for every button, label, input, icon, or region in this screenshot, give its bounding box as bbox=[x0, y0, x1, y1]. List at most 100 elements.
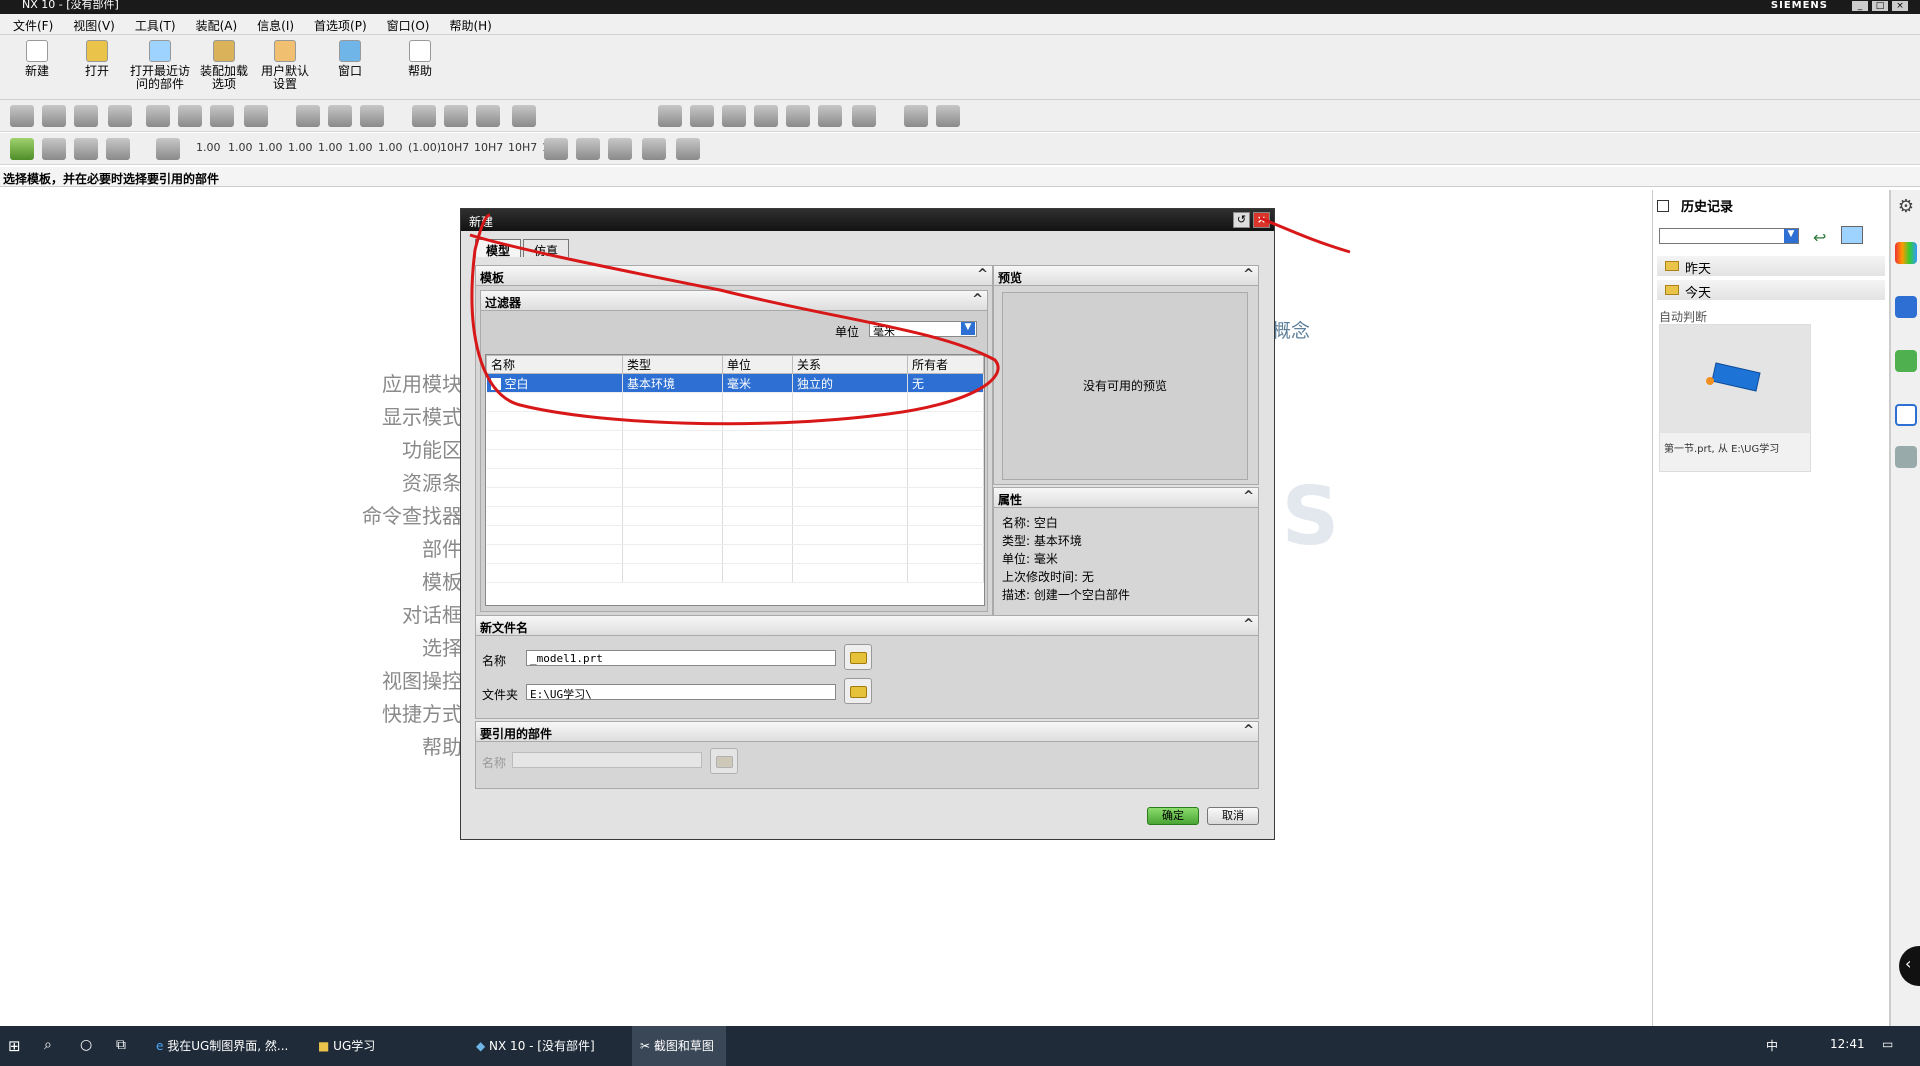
folder-input[interactable]: E:\UG学习\ bbox=[526, 684, 836, 701]
cancel-button[interactable]: 取消 bbox=[1207, 807, 1259, 825]
table-cell[interactable]: 基本环境 bbox=[622, 373, 723, 393]
collapse-panel-icon[interactable]: ‹ bbox=[1899, 946, 1920, 986]
menu-assembly[interactable]: 装配(A) bbox=[189, 14, 245, 34]
history-group-yesterday[interactable]: 昨天 bbox=[1657, 256, 1885, 277]
chevron-down-icon[interactable]: ▼ bbox=[1784, 229, 1798, 243]
toolbar-icon[interactable] bbox=[658, 105, 682, 127]
dimension-format-2[interactable]: 1.00 bbox=[228, 141, 253, 154]
refresh-icon[interactable]: ↩ bbox=[1813, 228, 1831, 247]
collapse-icon[interactable]: ^ bbox=[1243, 723, 1254, 738]
close-icon[interactable]: × bbox=[1892, 1, 1908, 11]
dimension-format-8[interactable]: (1.00) bbox=[408, 141, 441, 154]
toolbar-icon[interactable] bbox=[786, 105, 810, 127]
dimension-format-7[interactable]: 1.00 bbox=[378, 141, 403, 154]
properties-header[interactable]: 属性 ^ bbox=[994, 488, 1258, 508]
menu-help[interactable]: 帮助(H) bbox=[442, 14, 498, 34]
dimension-format-3[interactable]: 1.00 bbox=[258, 141, 283, 154]
toolbar-icon[interactable] bbox=[210, 105, 234, 127]
taskbar-item-snipping[interactable]: ✂ 截图和草图 bbox=[632, 1026, 726, 1066]
toolbar-icon[interactable] bbox=[754, 105, 778, 127]
undo-icon[interactable] bbox=[676, 138, 700, 160]
tab-model[interactable]: 模型 bbox=[475, 239, 522, 258]
menu-preferences[interactable]: 首选项(P) bbox=[307, 14, 374, 34]
tab-simulation[interactable]: 仿真 bbox=[523, 239, 570, 258]
search-icon[interactable]: ⌕ bbox=[44, 1037, 52, 1053]
filename-input[interactable]: _model1.prt bbox=[526, 650, 836, 666]
dimension-format-4[interactable]: 1.00 bbox=[288, 141, 313, 154]
ime-indicator[interactable]: 中 bbox=[1766, 1037, 1778, 1054]
table-cell[interactable]: 毫米 bbox=[722, 373, 793, 393]
reset-icon[interactable]: ↺ bbox=[1233, 212, 1250, 228]
toolbar-icon[interactable] bbox=[42, 105, 66, 127]
toolbar-icon[interactable] bbox=[576, 138, 600, 160]
toolbar-icon[interactable] bbox=[296, 105, 320, 127]
collapse-icon[interactable]: ^ bbox=[1243, 617, 1254, 632]
toolbar-icon[interactable] bbox=[156, 138, 180, 160]
taskbar-item-browser[interactable]: e 我在UG制图界面, 然... bbox=[156, 1037, 288, 1054]
task-view-icon[interactable]: ⧉ bbox=[116, 1037, 126, 1053]
column-header-owner[interactable]: 所有者 bbox=[907, 355, 984, 374]
column-header-type[interactable]: 类型 bbox=[622, 355, 723, 374]
toolbar-icon[interactable] bbox=[444, 105, 468, 127]
browse-folder-button[interactable] bbox=[844, 678, 872, 704]
toolbar-icon[interactable] bbox=[244, 105, 268, 127]
open-button[interactable]: 打开 bbox=[80, 40, 114, 78]
toolbar-icon[interactable] bbox=[412, 105, 436, 127]
cortana-icon[interactable]: ○ bbox=[80, 1037, 92, 1053]
toolbar-icon[interactable] bbox=[904, 105, 928, 127]
window-button[interactable]: 窗口 bbox=[330, 40, 370, 78]
notification-icon[interactable]: ▭ bbox=[1882, 1037, 1893, 1051]
column-header-unit[interactable]: 单位 bbox=[722, 355, 793, 374]
table-row[interactable]: 空白 基本环境 毫米 独立的 无 bbox=[486, 373, 984, 393]
table-cell[interactable]: 空白 bbox=[486, 373, 623, 393]
new-filename-header[interactable]: 新文件名 ^ bbox=[476, 616, 1258, 636]
column-header-relation[interactable]: 关系 bbox=[792, 355, 908, 374]
tolerance-format-1[interactable]: 10H7 bbox=[440, 141, 469, 154]
table-cell[interactable]: 独立的 bbox=[792, 373, 908, 393]
minimize-icon[interactable]: _ bbox=[1852, 1, 1868, 11]
dimension-format-1[interactable]: 1.00 bbox=[196, 141, 221, 154]
column-header-name[interactable]: 名称 bbox=[486, 355, 623, 374]
toolbar-icon[interactable] bbox=[818, 105, 842, 127]
reuse-library-icon[interactable] bbox=[1895, 350, 1917, 372]
ok-button[interactable]: 确定 bbox=[1147, 807, 1199, 825]
close-icon[interactable]: × bbox=[1253, 212, 1270, 228]
toolbar-icon[interactable] bbox=[642, 138, 666, 160]
view-mode-icon[interactable] bbox=[1841, 226, 1863, 244]
open-recent-button[interactable]: 打开最近访问的部件 bbox=[128, 40, 192, 91]
help-button[interactable]: 帮助 bbox=[400, 40, 440, 78]
toolbar-icon[interactable] bbox=[42, 138, 66, 160]
toolbar-icon[interactable] bbox=[936, 105, 960, 127]
unit-select[interactable]: 毫米 ▼ bbox=[869, 321, 977, 338]
collapse-icon[interactable]: ^ bbox=[1243, 267, 1254, 282]
menu-window[interactable]: 窗口(O) bbox=[380, 14, 437, 34]
check-icon[interactable] bbox=[10, 138, 34, 160]
collapse-icon[interactable]: ^ bbox=[977, 267, 988, 282]
toolbar-icon[interactable] bbox=[722, 105, 746, 127]
toolbar-icon[interactable] bbox=[146, 105, 170, 127]
template-header[interactable]: 模板 ^ bbox=[476, 266, 992, 286]
toolbar-icon[interactable] bbox=[10, 105, 34, 127]
toolbar-icon[interactable] bbox=[74, 105, 98, 127]
toolbar-icon[interactable] bbox=[852, 105, 876, 127]
browse-name-button[interactable] bbox=[844, 644, 872, 670]
toolbar-icon[interactable] bbox=[106, 138, 130, 160]
menu-tools[interactable]: 工具(T) bbox=[128, 14, 183, 34]
roles-icon[interactable] bbox=[1895, 446, 1917, 468]
preview-header[interactable]: 预览 ^ bbox=[994, 266, 1258, 286]
collapse-icon[interactable]: ^ bbox=[972, 292, 983, 307]
table-cell[interactable]: 无 bbox=[907, 373, 984, 393]
filter-header[interactable]: 过滤器 ^ bbox=[481, 291, 987, 311]
toolbar-icon[interactable] bbox=[544, 138, 568, 160]
history-thumbnail[interactable]: 第一节.prt, 从 E:\UG学习 bbox=[1659, 324, 1811, 472]
menu-file[interactable]: 文件(F) bbox=[6, 14, 60, 34]
web-browser-icon[interactable] bbox=[1895, 296, 1917, 318]
toolbar-icon[interactable] bbox=[328, 105, 352, 127]
dimension-format-5[interactable]: 1.00 bbox=[318, 141, 343, 154]
assembly-navigator-icon[interactable] bbox=[1895, 242, 1917, 264]
windows-start-icon[interactable]: ⊞ bbox=[8, 1037, 21, 1055]
toolbar-icon[interactable] bbox=[74, 138, 98, 160]
tolerance-format-2[interactable]: 10H7 bbox=[474, 141, 503, 154]
menu-info[interactable]: 信息(I) bbox=[250, 14, 301, 34]
user-defaults-button[interactable]: 用户默认设置 bbox=[258, 40, 312, 91]
